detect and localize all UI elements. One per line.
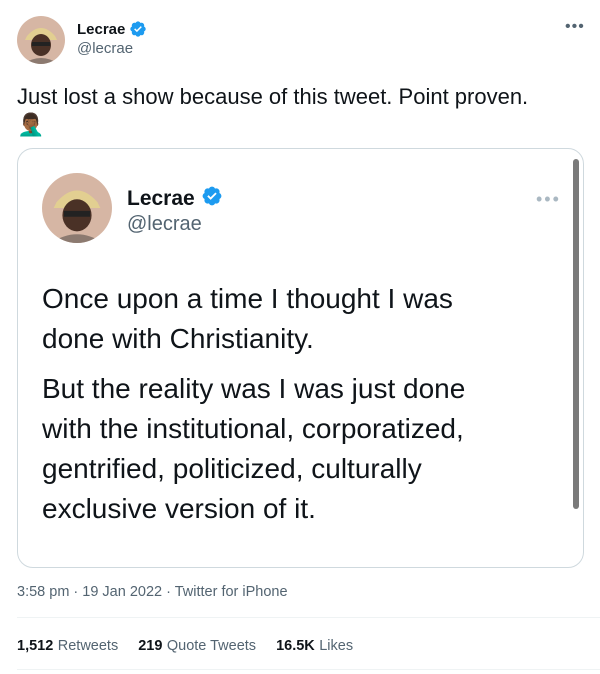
retweets-stat[interactable]: 1,512 Retweets <box>17 637 118 655</box>
quoted-line: gentrified, politicized, culturally <box>42 453 422 484</box>
facepalm-emoji-icon: 🤦🏾‍♂️ <box>17 112 45 137</box>
tweet-text: Just lost a show because of this tweet. … <box>17 84 529 109</box>
quoted-line: But the reality was I was just done <box>42 373 466 404</box>
quoted-line: done with Christianity. <box>42 323 314 354</box>
tweet-stats: 1,512 Retweets 219 Quote Tweets 16.5K Li… <box>17 637 353 655</box>
quote-tweets-stat[interactable]: 219 Quote Tweets <box>138 637 256 655</box>
author-avatar[interactable] <box>17 16 65 64</box>
quoted-paragraph-1: Once upon a time I thought I was done wi… <box>42 279 562 359</box>
more-options-icon[interactable]: ••• <box>565 18 585 36</box>
quoted-line: Once upon a time I thought I was <box>42 283 453 314</box>
scrollbar[interactable] <box>573 159 579 509</box>
divider <box>17 669 600 670</box>
divider <box>17 617 600 618</box>
quoted-verified-badge-icon <box>201 185 223 212</box>
verified-badge-icon <box>129 20 147 38</box>
tweet-timestamp[interactable]: 3:58 pm · 19 Jan 2022 · Twitter for iPho… <box>17 584 288 600</box>
quoted-author-name: Lecrae <box>127 186 195 210</box>
author-handle[interactable]: @lecrae <box>77 40 133 57</box>
author-name[interactable]: Lecrae <box>77 21 125 38</box>
quoted-tweet-body: Once upon a time I thought I was done wi… <box>42 279 562 529</box>
quoted-line: exclusive version of it. <box>42 493 316 524</box>
quoted-author-handle: @lecrae <box>127 213 202 235</box>
quoted-line: with the institutional, corporatized, <box>42 413 464 444</box>
quoted-more-icon: ••• <box>536 189 561 209</box>
likes-stat[interactable]: 16.5K Likes <box>276 637 353 655</box>
quoted-tweet-card[interactable]: Lecrae @lecrae ••• Once upon a time I th… <box>17 148 584 568</box>
quoted-author-avatar <box>42 173 112 243</box>
quoted-paragraph-2: But the reality was I was just done with… <box>42 369 562 529</box>
